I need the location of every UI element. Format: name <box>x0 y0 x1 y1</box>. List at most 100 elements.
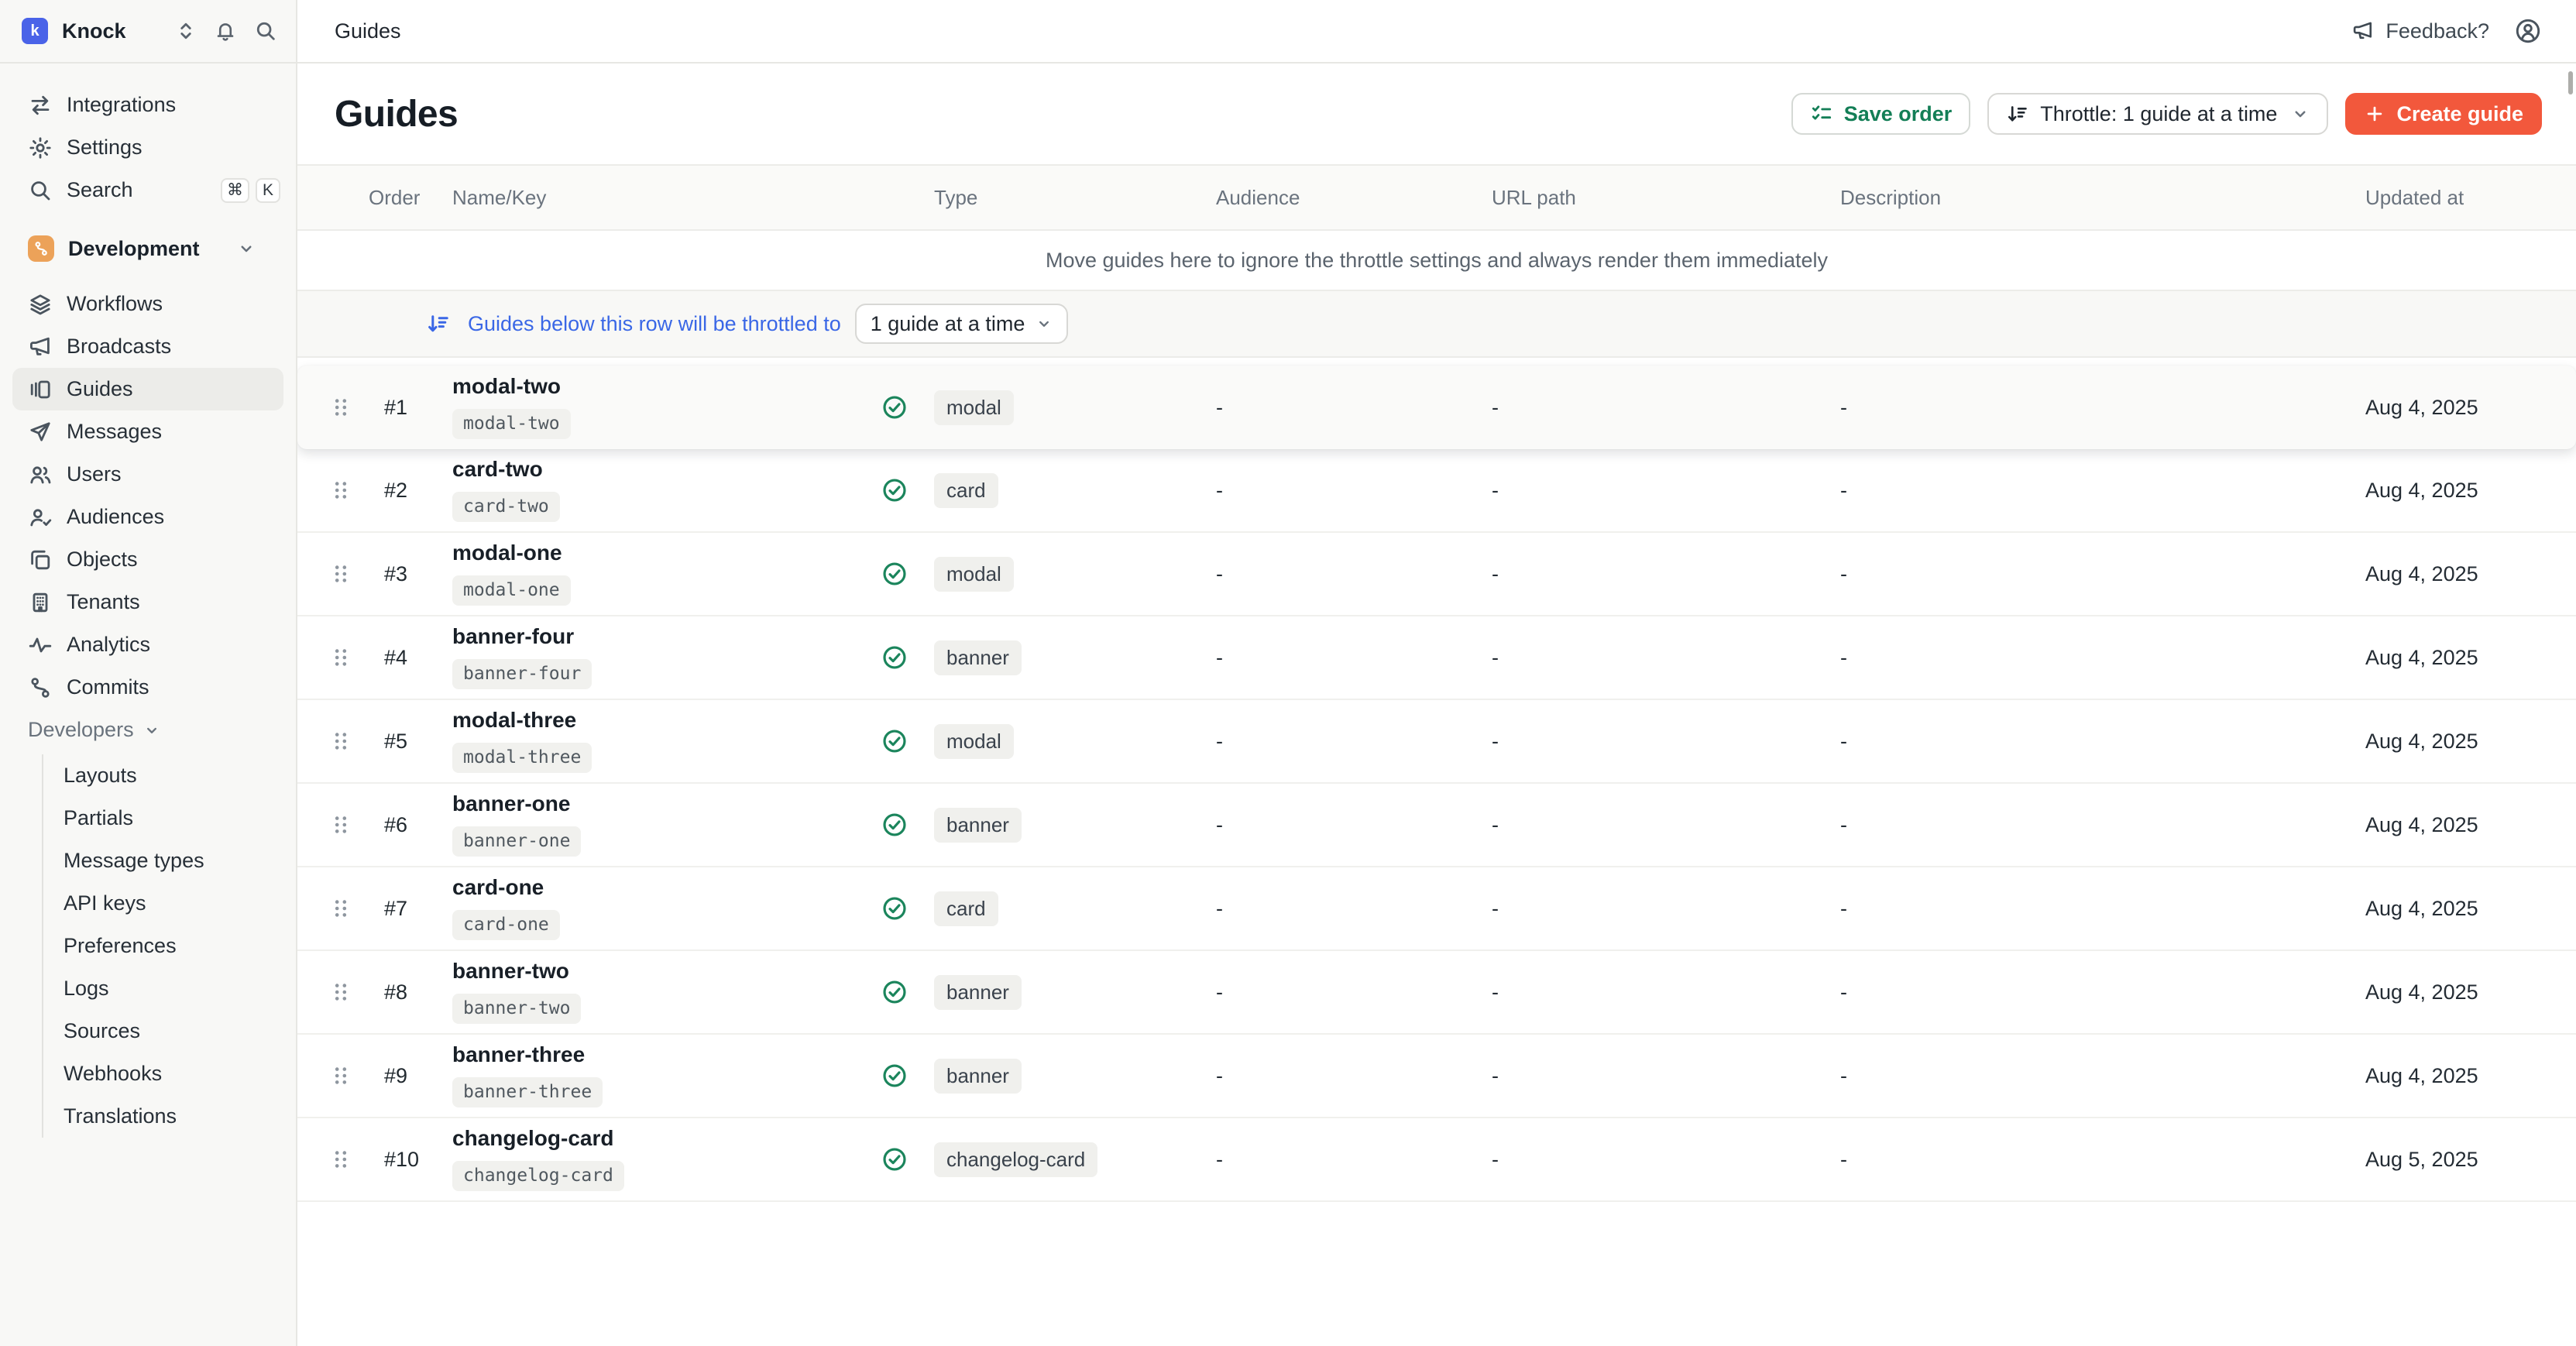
sidebar-item-objects[interactable]: Objects <box>0 538 296 581</box>
sidebar-item-preferences[interactable]: Preferences <box>43 925 296 967</box>
guide-row[interactable]: #6banner-onebanner-onebanner---Aug 4, 20… <box>297 784 2576 867</box>
sidebar-item-label: Users <box>67 462 122 486</box>
drag-handle-icon[interactable] <box>328 561 369 586</box>
integrations-icon <box>28 93 53 118</box>
drag-handle-icon[interactable] <box>328 980 369 1004</box>
search-icon[interactable] <box>254 19 277 43</box>
sidebar-item-message-types[interactable]: Message types <box>43 840 296 882</box>
sidebar-item-commits[interactable]: Commits <box>0 666 296 709</box>
save-order-button[interactable]: Save order <box>1791 93 1971 135</box>
guide-row[interactable]: #5modal-threemodal-threemodal---Aug 4, 2… <box>297 700 2576 784</box>
guide-type-badge: banner <box>934 1059 1022 1094</box>
drag-handle-icon[interactable] <box>328 896 369 921</box>
guide-row[interactable]: #9banner-threebanner-threebanner---Aug 4… <box>297 1035 2576 1118</box>
drag-handle-icon[interactable] <box>328 395 369 420</box>
chevron-down-icon <box>2291 105 2310 123</box>
environment-switcher[interactable]: Development <box>0 225 296 272</box>
guide-order: #9 <box>369 1064 452 1088</box>
guide-audience: - <box>1216 897 1492 921</box>
bell-icon[interactable] <box>214 19 237 43</box>
guide-order: #5 <box>369 730 452 754</box>
sidebar-item-tenants[interactable]: Tenants <box>0 581 296 623</box>
sidebar-item-label: Search <box>67 178 133 202</box>
drag-handle-icon[interactable] <box>328 1063 369 1088</box>
sidebar-item-layouts[interactable]: Layouts <box>43 754 296 797</box>
breadcrumb: Guides <box>297 0 401 62</box>
feedback-button[interactable]: Feedback? <box>2351 19 2489 43</box>
unthrottled-drop-zone[interactable]: Move guides here to ignore the throttle … <box>297 231 2576 291</box>
guide-type-badge: changelog-card <box>934 1142 1097 1177</box>
throttle-divider-link[interactable]: Guides below this row will be throttled … <box>426 311 841 336</box>
guide-updated-at: Aug 4, 2025 <box>2365 562 2576 586</box>
sidebar-item-users[interactable]: Users <box>0 453 296 496</box>
sidebar-item-webhooks[interactable]: Webhooks <box>43 1052 296 1095</box>
guide-order: #6 <box>369 813 452 837</box>
sidebar-item-settings[interactable]: Settings <box>0 126 296 169</box>
sidebar-item-translations[interactable]: Translations <box>43 1095 296 1138</box>
sidebar-item-sources[interactable]: Sources <box>43 1010 296 1052</box>
guide-row[interactable]: #8banner-twobanner-twobanner---Aug 4, 20… <box>297 951 2576 1035</box>
guides-table-body: #1modal-twomodal-twomodal---Aug 4, 2025#… <box>297 358 2576 1202</box>
guide-audience: - <box>1216 562 1492 586</box>
sidebar-item-logs[interactable]: Logs <box>43 967 296 1010</box>
guide-row[interactable]: #1modal-twomodal-twomodal---Aug 4, 2025 <box>297 366 2576 449</box>
guide-row[interactable]: #10changelog-cardchangelog-cardchangelog… <box>297 1118 2576 1202</box>
chevron-up-down-icon[interactable] <box>175 20 197 42</box>
guide-name: card-two <box>452 458 881 480</box>
throttle-dropdown[interactable]: Throttle: 1 guide at a time <box>1987 93 2328 135</box>
drag-handle-icon[interactable] <box>328 1147 369 1172</box>
drag-handle-icon[interactable] <box>328 645 369 670</box>
audiences-icon <box>28 505 53 530</box>
drag-handle-icon[interactable] <box>328 478 369 503</box>
guide-key-badge: banner-four <box>452 659 592 689</box>
column-header-url-path: URL path <box>1492 186 1840 210</box>
guide-key-badge: modal-two <box>452 409 571 439</box>
sidebar-item-label: Objects <box>67 548 138 572</box>
page-title: Guides <box>335 93 458 136</box>
sidebar-item-analytics[interactable]: Analytics <box>0 623 296 666</box>
sidebar-item-partials[interactable]: Partials <box>43 797 296 840</box>
drag-handle-icon[interactable] <box>328 729 369 754</box>
sidebar-item-label: Guides <box>67 377 133 401</box>
drag-handle-icon[interactable] <box>328 812 369 837</box>
throttle-value-dropdown[interactable]: 1 guide at a time <box>855 304 1069 344</box>
table-header: Order Name/Key Type Audience URL path De… <box>297 164 2576 231</box>
developers-section-toggle[interactable]: Developers <box>0 709 296 751</box>
guide-type-badge: card <box>934 891 998 926</box>
guide-row[interactable]: #7card-onecard-onecard---Aug 4, 2025 <box>297 867 2576 951</box>
messages-icon <box>28 420 53 445</box>
sidebar-item-label: Messages <box>67 420 162 444</box>
guide-key-badge: banner-one <box>452 826 581 857</box>
objects-icon <box>28 548 53 572</box>
guide-type-badge: modal <box>934 724 1014 759</box>
guide-description: - <box>1840 730 2365 754</box>
scrollbar-thumb[interactable] <box>2568 71 2573 94</box>
sidebar-item-guides[interactable]: Guides <box>12 368 283 410</box>
guide-url-path: - <box>1492 479 1840 503</box>
sidebar-item-api-keys[interactable]: API keys <box>43 882 296 925</box>
guide-updated-at: Aug 4, 2025 <box>2365 980 2576 1004</box>
sidebar-item-workflows[interactable]: Workflows <box>0 283 296 325</box>
search-icon <box>28 178 53 203</box>
sidebar-item-audiences[interactable]: Audiences <box>0 496 296 538</box>
workspace-switcher[interactable]: k Knock <box>0 0 297 62</box>
workspace-name: Knock <box>62 19 126 43</box>
account-icon[interactable] <box>2514 17 2542 45</box>
guide-type-badge: banner <box>934 640 1022 675</box>
status-check-circle-icon <box>881 895 934 922</box>
guide-description: - <box>1840 396 2365 420</box>
create-guide-button[interactable]: Create guide <box>2345 93 2542 135</box>
guide-name: banner-two <box>452 960 881 982</box>
guide-row[interactable]: #3modal-onemodal-onemodal---Aug 4, 2025 <box>297 533 2576 616</box>
guide-type-badge: modal <box>934 557 1014 592</box>
guide-row[interactable]: #2card-twocard-twocard---Aug 4, 2025 <box>297 449 2576 533</box>
sidebar-item-label: Audiences <box>67 505 164 529</box>
sidebar-item-search[interactable]: Search⌘K <box>0 169 296 211</box>
status-check-circle-icon <box>881 812 934 838</box>
sidebar-item-messages[interactable]: Messages <box>0 410 296 453</box>
sidebar-item-label: Settings <box>67 136 143 160</box>
guide-row[interactable]: #4banner-fourbanner-fourbanner---Aug 4, … <box>297 616 2576 700</box>
sidebar-item-broadcasts[interactable]: Broadcasts <box>0 325 296 368</box>
guide-description: - <box>1840 980 2365 1004</box>
sidebar-item-integrations[interactable]: Integrations <box>0 84 296 126</box>
